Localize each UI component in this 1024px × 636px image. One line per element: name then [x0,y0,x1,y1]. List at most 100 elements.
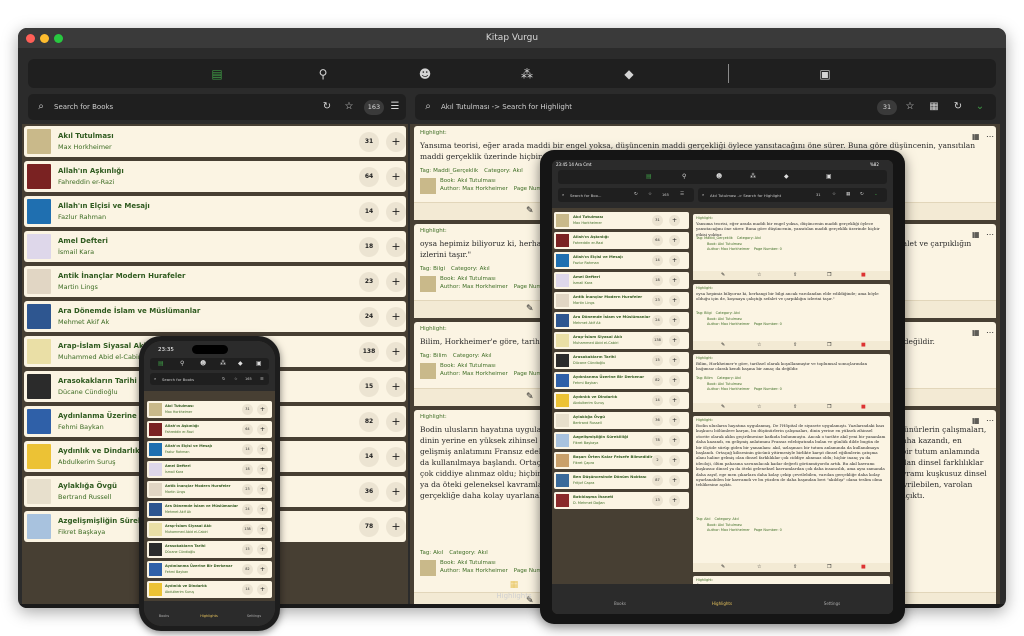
iphone-book-item[interactable]: Allah'ın Elçisi ve Mesajı Fazlur Rahman 14… [147,441,272,458]
edit-icon[interactable]: ✎ [721,404,725,410]
highlights-tab-label[interactable]: Highlights [484,592,544,600]
highlight-category[interactable]: Akıl [480,266,490,272]
delete-icon[interactable]: ■ [861,272,866,278]
favorite-star-icon[interactable]: ☆ [234,376,238,381]
highlight-tag[interactable]: Akıl [433,550,443,556]
tag-icon[interactable]: ◆ [238,360,243,367]
highlight-tag[interactable]: Bilgi [704,311,712,315]
add-highlight-button[interactable]: + [257,424,268,435]
chevron-down-icon[interactable]: ⌄ [874,192,878,197]
ipad-tab-books[interactable]: Books [590,601,650,606]
edit-icon[interactable]: ✎ [721,564,725,570]
author-search-icon[interactable]: ⚲ [314,65,332,83]
book-search-input[interactable]: Search for Books [54,103,113,111]
highlight-category[interactable]: Akıl [513,168,523,174]
favorite-star-icon[interactable]: ☆ [903,94,917,120]
list-icon[interactable]: ☰ [260,376,264,381]
book-list-item[interactable]: Akıl Tutulması Max Horkheimer 31 + [24,126,406,157]
iphone-tab-highlights[interactable]: Highlights [194,614,224,618]
iphone-book-item[interactable]: Ara Dönemde İslam ve Müslümanlar Mehmet A… [147,501,272,518]
delete-icon[interactable]: ■ [861,342,866,348]
more-options-icon[interactable]: ⋯ [986,328,994,337]
add-highlight-button[interactable]: + [386,377,406,397]
add-highlight-button[interactable]: + [386,237,406,257]
copy-icon[interactable]: ❐ [827,342,831,348]
book-icon[interactable]: ▤ [208,65,226,83]
close-window-button[interactable] [26,34,35,43]
ipad-highlight-search-input[interactable]: Akıl Tutulması -> Search for Highlight [710,193,781,198]
edit-icon[interactable]: ✎ [526,392,534,402]
refresh-icon[interactable]: ↻ [860,192,864,197]
share-icon[interactable]: ⇪ [793,404,797,410]
more-options-icon[interactable]: ⋯ [986,132,994,141]
user-icon[interactable]: ☻ [716,173,722,180]
calendar-icon[interactable]: ▦ [972,132,980,141]
favorite-star-icon[interactable]: ☆ [648,192,652,197]
add-highlight-button[interactable]: + [386,447,406,467]
chevron-down-icon[interactable]: ⌄ [973,94,987,120]
copy-icon[interactable]: ❐ [827,564,831,570]
highlights-tab-icon[interactable]: ▦ [494,580,534,590]
share-icon[interactable]: ⇪ [793,564,797,570]
highlight-search-input[interactable]: Akıl Tutulması -> Search for Highlight [441,103,572,111]
add-highlight-button[interactable]: + [257,464,268,475]
calendar-icon[interactable]: ▦ [972,328,980,337]
book-list-item[interactable]: Allah'ın Elçisi ve Mesajı Fazlur Rahman 14… [24,196,406,227]
iphone-book-item[interactable]: Antik İnançlar Modern Hurafeler Martin Li… [147,481,272,498]
add-highlight-button[interactable]: + [257,524,268,535]
refresh-icon[interactable]: ↻ [634,192,638,197]
highlight-tag[interactable]: Bilim [704,376,713,380]
add-highlight-button[interactable]: + [386,307,406,327]
highlight-category[interactable]: Akıl [481,353,491,359]
favorite-star-icon[interactable]: ☆ [832,192,836,197]
iphone-book-item[interactable]: Akıl Tutulması Max Horkheimer 31 + [147,401,272,418]
favorite-star-icon[interactable]: ☆ [757,272,761,278]
book-list-item[interactable]: Allah'ın Aşkınlığı Fahreddin er-Razi 64 + [24,161,406,192]
category-icon[interactable]: ⁂ [518,65,536,83]
add-highlight-button[interactable]: + [257,404,268,415]
iphone-book-item[interactable]: Arasokakların Tarihi Dücane Cündioğlu 15 + [147,541,272,558]
user-icon[interactable]: ☻ [416,65,434,83]
share-icon[interactable]: ⇪ [793,272,797,278]
more-options-icon[interactable]: ⋯ [986,416,994,425]
calendar-icon[interactable]: ▦ [972,416,980,425]
calendar-icon[interactable]: ▦ [846,192,850,197]
copy-icon[interactable]: ❐ [827,404,831,410]
iphone-book-item[interactable]: Arap-İslam Siyasal Aklı Muhammed Abid el-… [147,521,272,538]
zoom-window-button[interactable] [54,34,63,43]
dashboard-icon[interactable]: ▣ [826,173,832,180]
edit-icon[interactable]: ✎ [721,342,725,348]
highlight-category[interactable]: Akıl [732,517,738,521]
highlight-category[interactable]: Akıl [734,311,740,315]
add-highlight-button[interactable]: + [386,132,406,152]
tag-icon[interactable]: ◆ [784,173,789,180]
ipad-tab-settings[interactable]: Settings [802,601,862,606]
add-highlight-button[interactable]: + [386,167,406,187]
edit-icon[interactable]: ✎ [721,272,725,278]
highlight-tag[interactable]: Bilgi [433,266,445,272]
favorite-star-icon[interactable]: ☆ [757,404,761,410]
add-highlight-button[interactable]: + [386,517,406,537]
highlight-category[interactable]: Akıl [735,376,741,380]
highlight-category[interactable]: Akıl [478,550,488,556]
iphone-search-input[interactable]: Search for Books [162,377,194,382]
list-icon[interactable]: ☰ [388,94,402,120]
category-icon[interactable]: ⁂ [220,360,226,367]
add-highlight-button[interactable]: + [386,342,406,362]
refresh-icon[interactable]: ↻ [222,376,225,381]
highlight-tag[interactable]: Akıl [704,517,710,521]
add-highlight-button[interactable]: + [257,584,268,595]
iphone-book-item[interactable]: Aydınlanma Üzerine Bir Derkenar Fehmi Bay… [147,561,272,578]
list-icon[interactable]: ☰ [680,192,684,197]
add-highlight-button[interactable]: + [257,484,268,495]
book-list-item[interactable]: Amel Defteri İsmail Kara 18 + [24,231,406,262]
edit-icon[interactable]: ✎ [526,206,534,216]
user-icon[interactable]: ☻ [200,360,206,367]
favorite-star-icon[interactable]: ☆ [342,94,356,120]
share-icon[interactable]: ⇪ [793,342,797,348]
tag-icon[interactable]: ◆ [620,65,638,83]
author-search-icon[interactable]: ⚲ [682,173,686,180]
add-highlight-button[interactable]: + [257,504,268,515]
add-highlight-button[interactable]: + [386,412,406,432]
add-highlight-button[interactable]: + [386,202,406,222]
